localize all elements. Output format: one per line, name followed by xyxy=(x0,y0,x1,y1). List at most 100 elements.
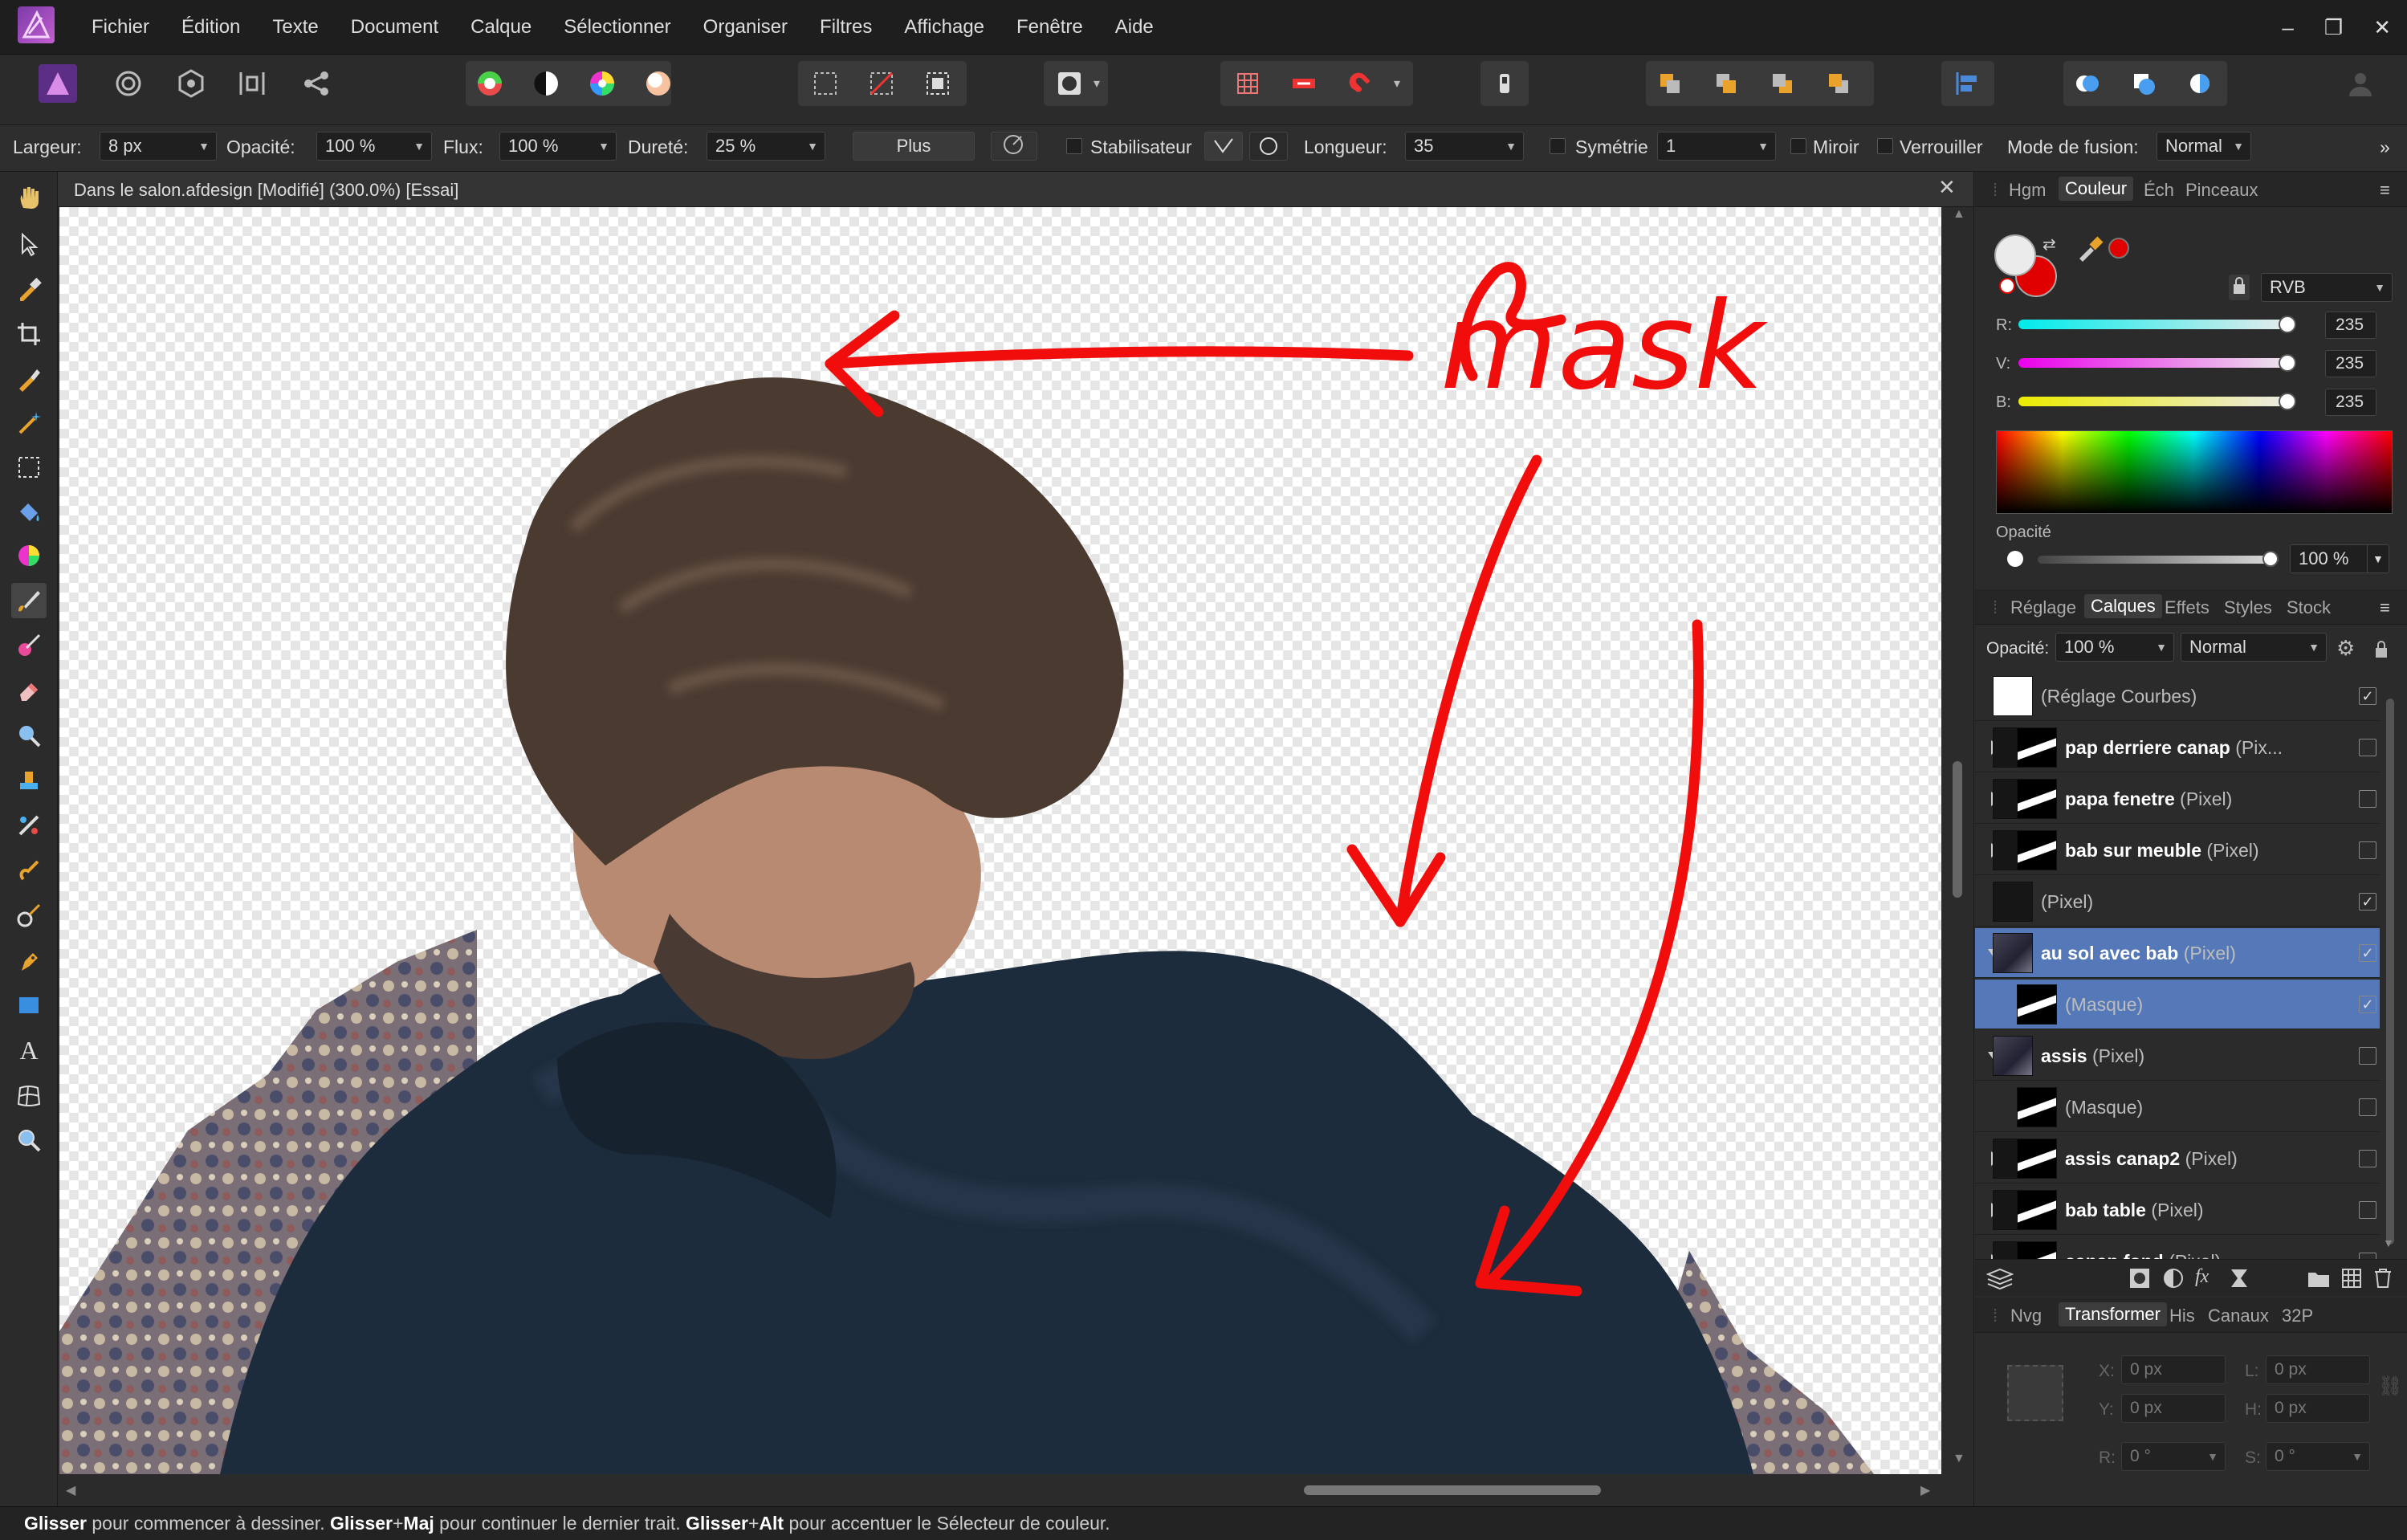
tab-pinceaux[interactable]: Pinceaux xyxy=(2185,180,2258,201)
eyedropper-icon[interactable] xyxy=(2076,234,2104,266)
erase-brush-tool-icon[interactable] xyxy=(11,673,47,708)
opacity-slider[interactable] xyxy=(2038,556,2279,564)
layer-visibility-checkbox[interactable] xyxy=(2359,1201,2376,1219)
y-field[interactable]: 0 px xyxy=(2121,1394,2226,1423)
layer-row[interactable]: bab sur meuble (Pixel) xyxy=(1975,825,2380,875)
miroir-checkbox[interactable] xyxy=(1790,138,1806,154)
menu-document[interactable]: Document xyxy=(335,0,454,55)
pixel-layer-icon[interactable] xyxy=(2341,1268,2362,1293)
layer-blend-dropdown[interactable]: Normal ▼ xyxy=(2181,633,2327,662)
account-icon[interactable] xyxy=(2341,64,2380,103)
clone-tool-icon[interactable] xyxy=(11,763,47,798)
close-document-button[interactable]: ✕ xyxy=(1938,175,1956,200)
trash-icon[interactable] xyxy=(2373,1268,2393,1293)
h-field[interactable]: 0 px xyxy=(2266,1394,2370,1423)
assistant-icon[interactable] xyxy=(1285,64,1323,103)
healing-tool-icon[interactable] xyxy=(11,808,47,843)
maximize-button[interactable]: ❐ xyxy=(2324,15,2343,40)
grid-icon[interactable] xyxy=(1228,64,1267,103)
marquee-select-icon[interactable] xyxy=(806,64,845,103)
symetrie-field[interactable]: 1 ▼ xyxy=(1657,132,1776,161)
longueur-field[interactable]: 35 ▼ xyxy=(1405,132,1524,161)
mode-fusion-dropdown[interactable]: Normal ▼ xyxy=(2157,132,2251,161)
adjustment-icon[interactable] xyxy=(2163,1268,2184,1293)
tab-couleur[interactable]: Couleur xyxy=(2059,177,2134,201)
tab-32p[interactable]: 32P xyxy=(2282,1306,2313,1326)
l-field[interactable]: 0 px xyxy=(2266,1355,2370,1384)
invert-selection-icon[interactable] xyxy=(918,64,957,103)
pen-tool-icon[interactable] xyxy=(11,943,47,978)
anchor-selector-icon[interactable] xyxy=(2007,1365,2063,1421)
close-window-button[interactable]: ✕ xyxy=(2373,15,2391,40)
add-mask-icon[interactable] xyxy=(2129,1268,2150,1293)
opacity-dropdown-icon[interactable]: ▼ xyxy=(2367,544,2389,573)
menu-edition[interactable]: Édition xyxy=(165,0,256,55)
layer-row[interactable]: papa fenetre (Pixel) xyxy=(1975,774,2380,824)
tab-styles[interactable]: Styles xyxy=(2224,597,2272,618)
lock-icon[interactable] xyxy=(2229,275,2250,300)
folder-icon[interactable] xyxy=(2307,1269,2330,1293)
layer-row[interactable]: pap derriere canap (Pix... xyxy=(1975,723,2380,772)
menu-organiser[interactable]: Organiser xyxy=(687,0,804,55)
tab-stock[interactable]: Stock xyxy=(2287,597,2331,618)
snapping-dropdown-icon[interactable]: ▾ xyxy=(1387,64,1407,103)
scroll-left-icon[interactable]: ◀ xyxy=(66,1482,75,1498)
move-back-one-icon[interactable] xyxy=(1707,64,1745,103)
tab-reglage[interactable]: Réglage xyxy=(2010,597,2076,618)
stabilisateur-checkbox[interactable] xyxy=(1066,138,1082,154)
document-canvas[interactable]: mask xyxy=(59,207,1941,1474)
rope-mode-icon[interactable] xyxy=(1204,132,1243,161)
menu-selectionner[interactable]: Sélectionner xyxy=(548,0,686,55)
scroll-up-icon[interactable]: ▲ xyxy=(1953,207,1965,222)
b-value[interactable]: 235 xyxy=(2325,389,2376,416)
r-slider[interactable] xyxy=(2018,320,2293,329)
deselect-icon[interactable] xyxy=(862,64,901,103)
opacite-field[interactable]: 100 % ▼ xyxy=(316,132,432,161)
layers-scroll-down-icon[interactable]: ▼ xyxy=(2383,1236,2394,1249)
layer-row[interactable]: (Masque) ✓ xyxy=(1975,980,2380,1029)
window-mode-icon[interactable] xyxy=(1249,132,1288,161)
color-replace-tool-icon[interactable] xyxy=(11,628,47,663)
crop-tool-icon[interactable] xyxy=(11,316,47,352)
boolean-intersect-icon[interactable] xyxy=(2181,64,2219,103)
pixel-persona-icon[interactable] xyxy=(109,64,148,103)
boolean-subtract-icon[interactable] xyxy=(2124,64,2163,103)
opacity-field[interactable]: 100 % xyxy=(2290,544,2370,573)
layer-visibility-checkbox[interactable] xyxy=(2359,841,2376,859)
layer-row[interactable]: au sol avec bab (Pixel) ✓ xyxy=(1975,928,2380,978)
hand-tool-icon[interactable] xyxy=(11,180,47,215)
boolean-add-icon[interactable] xyxy=(2068,64,2107,103)
reset-colors-icon[interactable] xyxy=(1999,278,2015,294)
minimize-button[interactable]: – xyxy=(2282,15,2293,40)
layer-visibility-checkbox[interactable]: ✓ xyxy=(2359,687,2376,705)
menu-fenetre[interactable]: Fenêtre xyxy=(1000,0,1099,55)
dodge-burn-tool-icon[interactable] xyxy=(11,898,47,933)
v-value[interactable]: 235 xyxy=(2325,350,2376,377)
quick-mask-icon[interactable] xyxy=(1050,64,1089,103)
scroll-down-icon[interactable]: ▼ xyxy=(1953,1452,1965,1466)
layer-visibility-checkbox[interactable]: ✓ xyxy=(2359,944,2376,962)
scroll-right-icon[interactable]: ▶ xyxy=(1920,1482,1930,1498)
marquee-tool-icon[interactable] xyxy=(11,450,47,485)
b-slider[interactable] xyxy=(2018,397,2293,406)
align-distribute-icon[interactable] xyxy=(233,64,271,103)
primary-color-swatch[interactable] xyxy=(1994,234,2036,276)
designer-persona-icon[interactable] xyxy=(39,64,77,103)
layer-row[interactable]: assis (Pixel) xyxy=(1975,1031,2380,1081)
brush-options-icon[interactable] xyxy=(991,132,1037,161)
menu-fichier[interactable]: Fichier xyxy=(75,0,165,55)
vertical-scroll-thumb[interactable] xyxy=(1953,761,1962,898)
white-balance-icon[interactable] xyxy=(639,64,678,103)
layer-row[interactable]: (Pixel) ✓ xyxy=(1975,877,2380,927)
tab-effets[interactable]: Effets xyxy=(2165,597,2209,618)
move-tool-icon[interactable] xyxy=(11,226,47,262)
plus-button[interactable]: Plus xyxy=(853,132,975,161)
picked-color-swatch[interactable] xyxy=(2108,238,2129,259)
rotation-field[interactable]: 0 ° ▼ xyxy=(2121,1442,2226,1471)
levels-icon[interactable] xyxy=(470,64,509,103)
shear-field[interactable]: 0 ° ▼ xyxy=(2266,1442,2370,1471)
paint-brush-tool-icon[interactable] xyxy=(11,583,47,618)
tab-transformer[interactable]: Transformer xyxy=(2059,1302,2167,1326)
live-filter-icon[interactable] xyxy=(2229,1268,2250,1293)
layer-visibility-checkbox[interactable] xyxy=(2359,790,2376,808)
